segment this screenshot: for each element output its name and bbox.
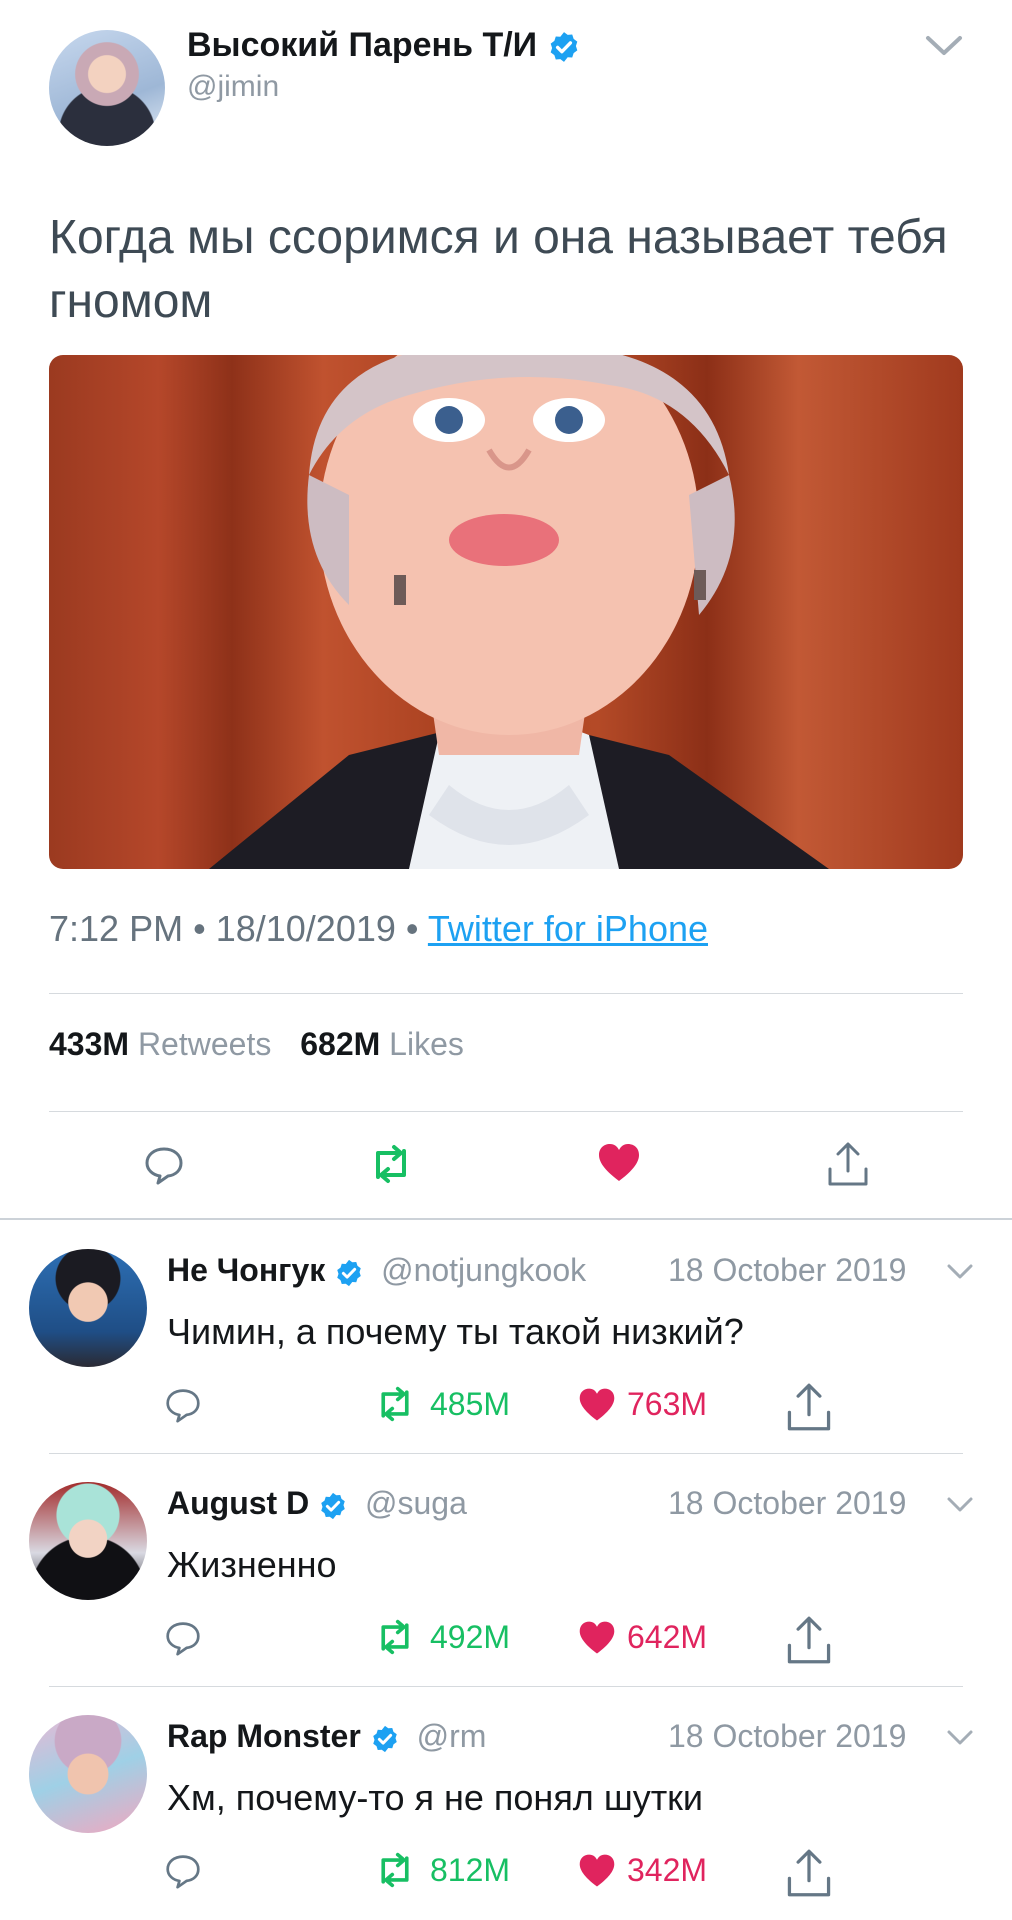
tweet-time: 7:12 PM xyxy=(49,908,184,949)
verified-badge-icon xyxy=(321,1492,345,1519)
share-icon[interactable] xyxy=(784,1615,834,1665)
likes-count: 682M xyxy=(300,1026,381,1062)
reply-like-count: 763M xyxy=(627,1386,708,1422)
chevron-down-icon[interactable] xyxy=(924,34,964,58)
chevron-down-icon[interactable] xyxy=(946,1729,974,1747)
heart-icon[interactable] xyxy=(597,1143,641,1183)
reply-author-name: Не Чонгук xyxy=(167,1252,326,1288)
tweet-meta: 7:12 PM • 18/10/2019 • Twitter for iPhon… xyxy=(49,908,708,950)
retweet-icon[interactable] xyxy=(368,1143,414,1185)
author-handle[interactable]: @jimin xyxy=(187,70,279,104)
divider xyxy=(49,993,963,994)
retweets-label: Retweets xyxy=(137,1026,272,1062)
reply-author-handle: @notjungkook xyxy=(381,1252,587,1288)
author-name-text: Высокий Парень Т/И xyxy=(187,26,538,64)
verified-badge-icon xyxy=(337,1259,361,1286)
retweet-icon[interactable] xyxy=(374,1851,416,1889)
tweet-date: 18/10/2019 xyxy=(215,908,396,949)
chevron-down-icon[interactable] xyxy=(946,1496,974,1514)
reply-icon[interactable] xyxy=(165,1852,201,1890)
author-display-name[interactable]: Высокий Парень Т/И xyxy=(187,26,581,65)
share-icon[interactable] xyxy=(827,1141,869,1187)
reply-icon[interactable] xyxy=(165,1619,201,1657)
share-icon[interactable] xyxy=(784,1848,834,1898)
meta-separator: • xyxy=(193,908,206,949)
divider xyxy=(49,1111,963,1112)
reply-author[interactable]: Не Чонгук @notjungkook xyxy=(167,1252,586,1289)
reply-avatar[interactable] xyxy=(29,1715,147,1833)
chevron-down-icon[interactable] xyxy=(946,1263,974,1281)
reply-like-count: 342M xyxy=(627,1852,708,1888)
heart-icon[interactable] xyxy=(578,1387,616,1423)
reply-author-handle: @suga xyxy=(364,1485,467,1521)
verified-badge-icon xyxy=(372,1725,397,1752)
likes-stat[interactable]: 682M Likes xyxy=(300,1026,464,1062)
reply-text: Хм, почему-то я не понял шутки xyxy=(167,1777,704,1818)
reply-retweet-count: 485M xyxy=(430,1386,511,1422)
retweet-icon[interactable] xyxy=(374,1385,416,1423)
tweet-text: Когда мы ссоримся и она называет тебя гн… xyxy=(49,211,948,328)
divider xyxy=(49,1453,963,1454)
reply-date: 18 October 2019 xyxy=(668,1718,907,1754)
reply-icon[interactable] xyxy=(144,1145,184,1185)
tweet-source-link[interactable]: Twitter for iPhone xyxy=(428,908,708,949)
reply-author-name: August D xyxy=(167,1485,310,1521)
tweet-stats: 433M Retweets 682M Likes xyxy=(49,1026,464,1063)
reply-text: Чимин, а почему ты такой низкий? xyxy=(167,1311,744,1352)
share-icon[interactable] xyxy=(784,1382,834,1432)
verified-badge-icon xyxy=(550,32,577,62)
retweets-count: 433M xyxy=(49,1026,130,1062)
section-divider xyxy=(0,1218,1012,1220)
reply-icon[interactable] xyxy=(165,1386,201,1424)
reply-text: Жизненно xyxy=(167,1544,337,1585)
author-avatar[interactable] xyxy=(49,30,165,146)
reply-avatar[interactable] xyxy=(29,1482,147,1600)
reply-date: 18 October 2019 xyxy=(668,1485,907,1521)
tweet-media-image[interactable] xyxy=(49,355,963,869)
reply-author[interactable]: Rap Monster @rm xyxy=(167,1718,486,1755)
reply-retweet-count: 492M xyxy=(430,1619,511,1655)
retweet-icon[interactable] xyxy=(374,1618,416,1656)
meta-separator: • xyxy=(405,908,419,949)
media-photo xyxy=(209,355,829,869)
retweets-stat[interactable]: 433M Retweets xyxy=(49,1026,271,1062)
heart-icon[interactable] xyxy=(578,1853,616,1889)
reply-avatar[interactable] xyxy=(29,1249,147,1367)
reply-date: 18 October 2019 xyxy=(668,1252,907,1288)
divider xyxy=(49,1686,963,1687)
reply-author[interactable]: August D @suga xyxy=(167,1485,467,1522)
reply-author-handle: @rm xyxy=(416,1718,487,1754)
reply-author-name: Rap Monster xyxy=(167,1718,361,1754)
reply-retweet-count: 812M xyxy=(430,1852,511,1888)
reply-like-count: 642M xyxy=(627,1619,708,1655)
likes-label: Likes xyxy=(389,1026,464,1062)
heart-icon[interactable] xyxy=(578,1620,616,1656)
